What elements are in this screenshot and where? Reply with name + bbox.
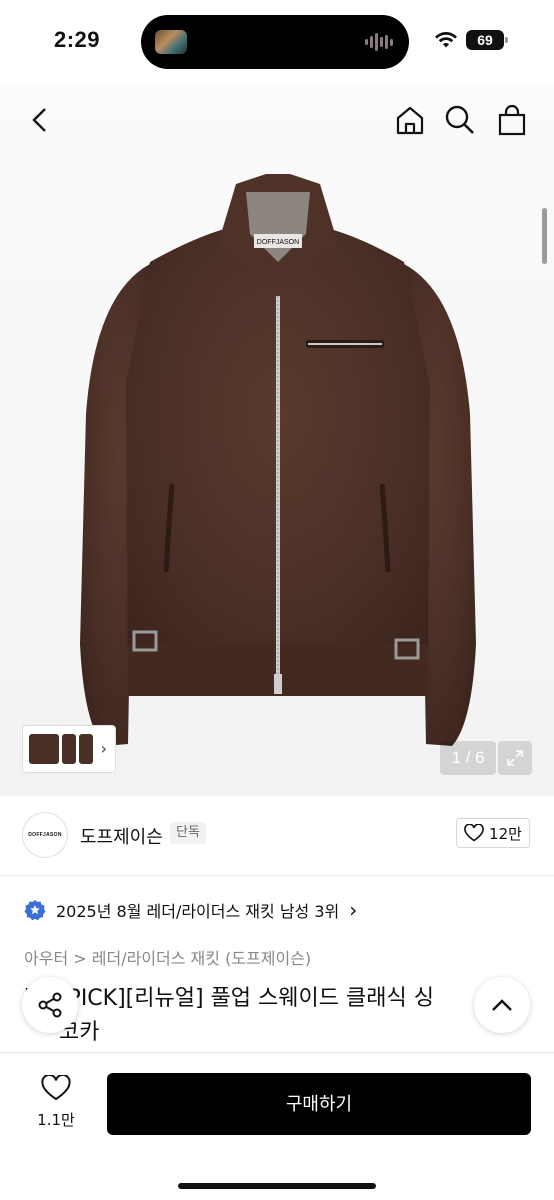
ranking-text: 2025년 8월 레더/라이더스 재킷 남성 3위	[56, 902, 340, 921]
thumbnail-jacket-back	[79, 734, 93, 764]
page-scrollbar[interactable]	[542, 208, 547, 264]
buy-button[interactable]: 구매하기	[107, 1073, 531, 1135]
brand-like-button[interactable]: 12만	[456, 818, 530, 848]
chevron-up-icon	[492, 999, 512, 1011]
product-thumbnail-strip[interactable]: ›	[22, 725, 116, 773]
rank-badge-icon	[24, 900, 46, 921]
shopping-bag-icon	[498, 104, 526, 136]
heart-icon	[464, 824, 484, 842]
status-bar: 2:29 69	[0, 0, 554, 84]
jacket-label-text: DOFFJASON	[257, 239, 299, 246]
wishlist-count: 1.1만	[37, 1111, 75, 1129]
cart-button[interactable]	[494, 102, 530, 138]
thumbnail-jacket-front	[29, 734, 59, 764]
thumbnail-jacket-side	[62, 734, 76, 764]
back-button[interactable]	[22, 102, 58, 138]
now-playing-artwork	[155, 30, 187, 54]
share-icon	[38, 992, 62, 1018]
expand-icon	[507, 750, 523, 766]
battery-indicator: 69	[466, 30, 508, 50]
product-image-carousel[interactable]: DOFFJASON › 1 / 6	[0, 84, 554, 796]
ranking-link[interactable]: 2025년 8월 레더/라이더스 재킷 남성 3위 ›	[24, 898, 357, 922]
home-indicator	[178, 1183, 376, 1189]
home-icon	[396, 106, 424, 135]
breadcrumb: 아우터 > 레더/라이더스 재킷 (도프제이슨)	[24, 945, 311, 969]
breadcrumb-separator: >	[73, 949, 87, 968]
chevron-right-icon: ›	[349, 898, 358, 922]
product-image: DOFFJASON	[80, 174, 476, 746]
chevron-right-icon: ›	[100, 739, 107, 758]
search-icon	[445, 105, 474, 134]
share-button[interactable]	[22, 977, 78, 1033]
exclusive-badge: 단독	[170, 822, 206, 844]
brand-row[interactable]: DOFFJASON 도프제이슨 단독 12만	[0, 796, 554, 876]
product-title-line-1: [ PICK][리뉴얼] 풀업 스웨이드 클래식 싱	[24, 986, 434, 1011]
bottom-action-bar: 1.1만 구매하기	[0, 1052, 554, 1200]
product-title-line-2: 코카	[24, 1020, 100, 1045]
product-title: [ PICK][리뉴얼] 풀업 스웨이드 클래식 싱 코카	[24, 982, 494, 1050]
scroll-top-button[interactable]	[474, 977, 530, 1033]
search-button[interactable]	[442, 102, 478, 138]
brand-logo[interactable]: DOFFJASON	[22, 812, 68, 858]
breadcrumb-parent[interactable]: 아우터	[24, 949, 68, 968]
wifi-icon	[435, 32, 457, 48]
brand-name[interactable]: 도프제이슨	[80, 823, 163, 849]
image-pager: 1 / 6	[440, 741, 496, 775]
status-time: 2:29	[54, 27, 101, 52]
expand-image-button[interactable]	[498, 741, 532, 775]
breadcrumb-child[interactable]: 레더/라이더스 재킷 (도프제이슨)	[92, 949, 311, 968]
audio-waveform-icon	[365, 31, 393, 53]
wishlist-button[interactable]: 1.1만	[30, 1073, 82, 1130]
heart-icon	[41, 1073, 71, 1101]
home-button[interactable]	[392, 102, 428, 138]
status-icons: 69	[434, 30, 508, 50]
dynamic-island	[141, 15, 409, 69]
brand-like-count: 12만	[489, 824, 522, 843]
chevron-left-icon	[32, 108, 46, 132]
